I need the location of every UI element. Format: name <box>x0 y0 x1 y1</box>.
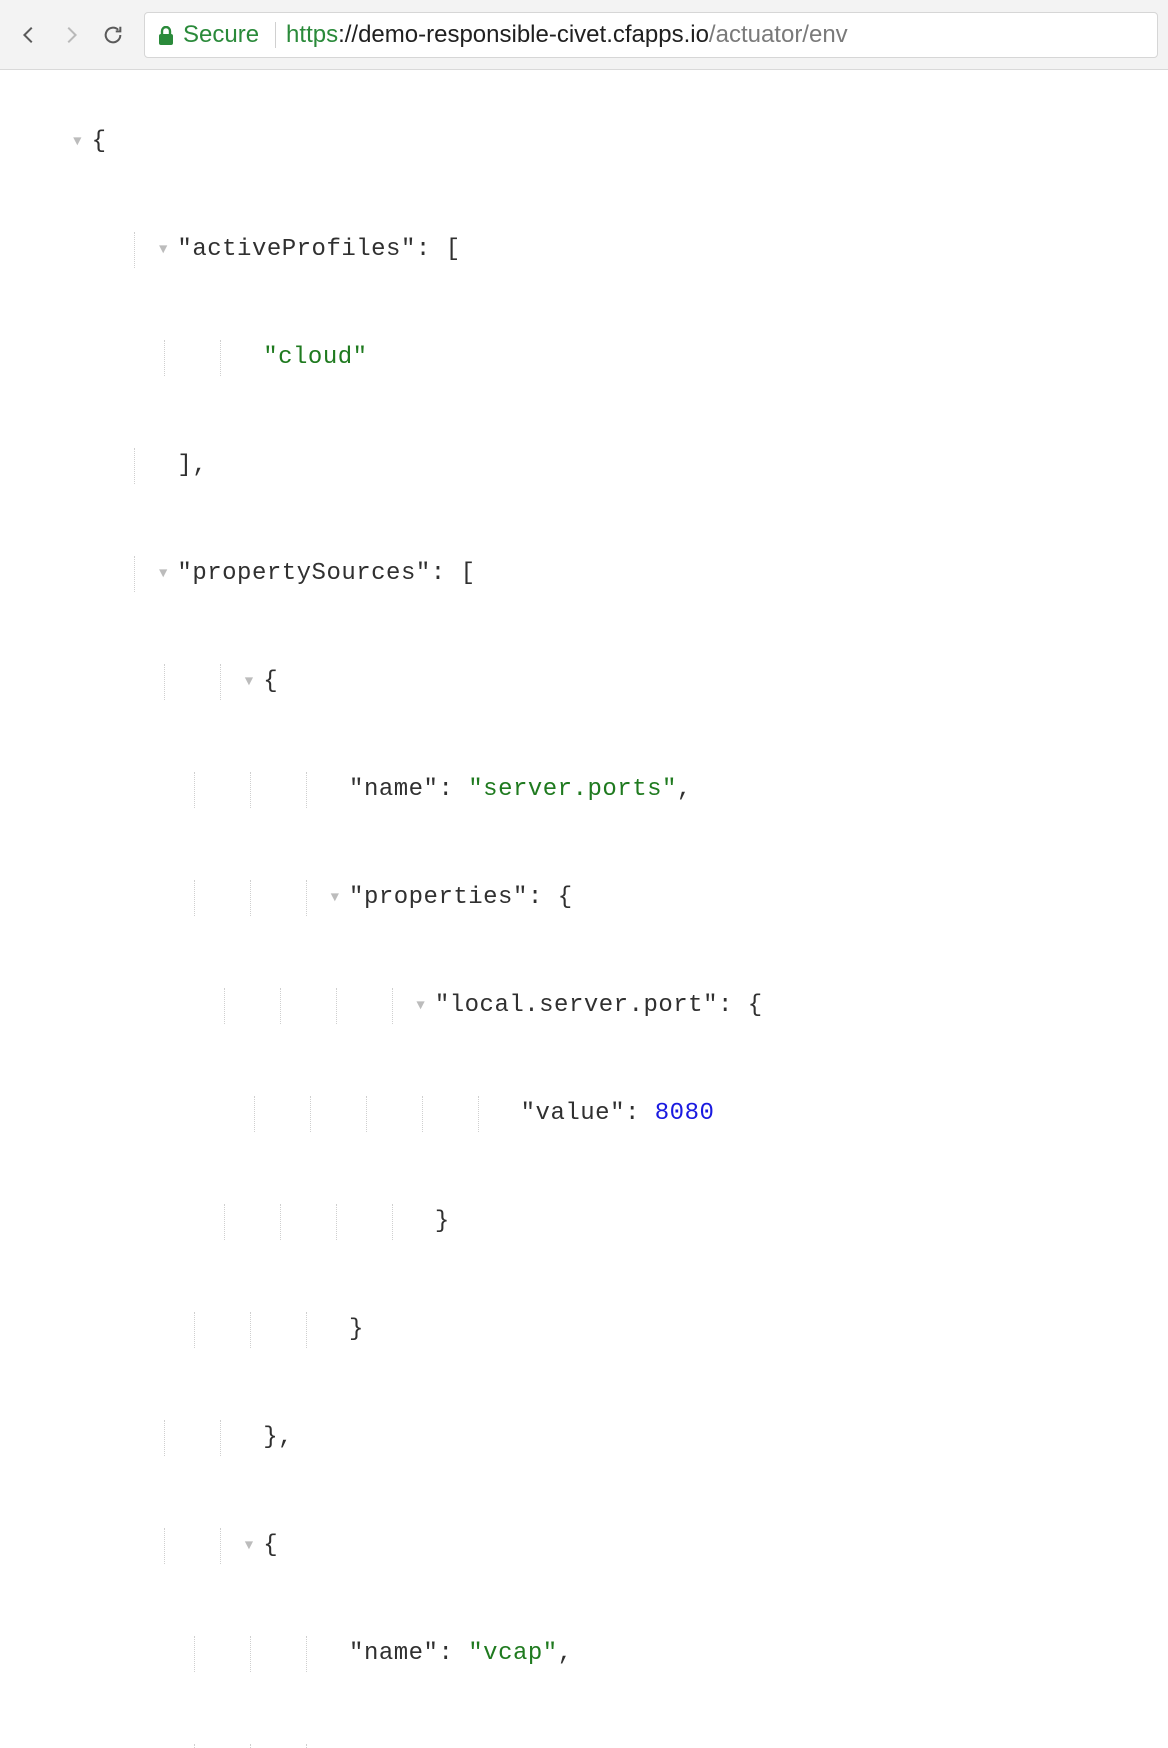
json-key: name <box>364 776 424 803</box>
json-line: { <box>4 88 1164 196</box>
json-line: "name": "vcap", <box>4 1600 1164 1708</box>
url-path: /actuator/env <box>709 21 848 49</box>
json-key: activeProfiles <box>192 236 401 263</box>
json-key: propertySources <box>192 560 416 587</box>
json-line: "name": "server.ports", <box>4 736 1164 844</box>
json-line: { <box>4 628 1164 736</box>
collapse-toggle[interactable] <box>64 124 92 160</box>
browser-toolbar: Secure https ://demo-responsible-civet.c… <box>0 0 1168 70</box>
json-key: value <box>536 1100 611 1127</box>
json-key: local.server.port <box>450 992 703 1019</box>
collapse-toggle[interactable] <box>149 556 177 592</box>
json-viewer: { "activeProfiles": [ "cloud" ], "proper… <box>0 70 1168 1748</box>
collapse-toggle[interactable] <box>235 1528 263 1564</box>
json-line: "local.server.port": { <box>4 952 1164 1060</box>
collapse-toggle[interactable] <box>149 232 177 268</box>
json-number: 8080 <box>655 1100 715 1127</box>
forward-button[interactable] <box>52 16 90 54</box>
json-line: }, <box>4 1384 1164 1492</box>
reload-button[interactable] <box>94 16 132 54</box>
back-button[interactable] <box>10 16 48 54</box>
secure-label: Secure <box>183 21 259 49</box>
url-host: ://demo-responsible-civet.cfapps.io <box>338 21 709 49</box>
json-line: { <box>4 1492 1164 1600</box>
json-line: } <box>4 1276 1164 1384</box>
json-line: "value": 8080 <box>4 1060 1164 1168</box>
address-bar[interactable]: Secure https ://demo-responsible-civet.c… <box>144 12 1158 58</box>
json-string: server.ports <box>483 776 662 803</box>
json-line: } <box>4 1168 1164 1276</box>
json-string: cloud <box>278 344 353 371</box>
json-line: "properties": { <box>4 844 1164 952</box>
url-scheme: https <box>286 21 338 49</box>
json-line: "properties": { <box>4 1708 1164 1748</box>
json-line: "propertySources": [ <box>4 520 1164 628</box>
address-separator <box>275 22 276 48</box>
json-key: properties <box>364 884 513 911</box>
lock-icon <box>157 25 175 45</box>
json-line: ], <box>4 412 1164 520</box>
collapse-toggle[interactable] <box>235 664 263 700</box>
collapse-toggle[interactable] <box>321 880 349 916</box>
json-key: name <box>364 1640 424 1667</box>
collapse-toggle[interactable] <box>407 988 435 1024</box>
json-line: "activeProfiles": [ <box>4 196 1164 304</box>
json-line: "cloud" <box>4 304 1164 412</box>
collapse-toggle[interactable] <box>321 1744 349 1748</box>
json-string: vcap <box>483 1640 543 1667</box>
